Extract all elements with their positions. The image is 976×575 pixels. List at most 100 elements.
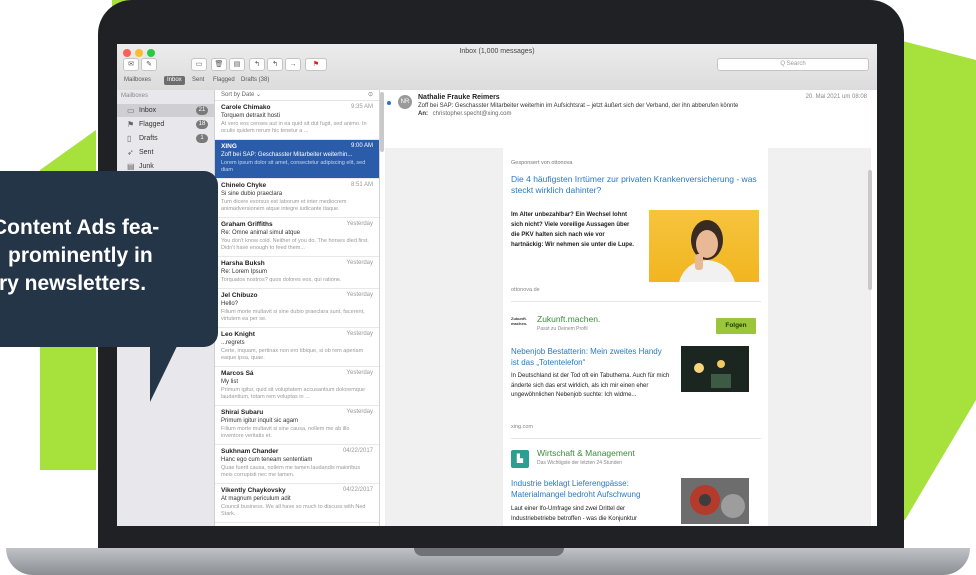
list-header: Sort by Date ⌄ ⊙ [215, 90, 379, 101]
message-date: Yesterday [346, 409, 373, 415]
recipient-address[interactable]: christopher.specht@xing.com [433, 111, 512, 117]
message-row[interactable]: Graham Griffiths Yesterday Re: Omne animal… [215, 218, 379, 257]
reply-icon: ↰ [254, 61, 260, 68]
message-row[interactable]: Vikently Chaykovsky 04/22/2017 At magnum p… [215, 484, 379, 523]
message-date: 8:51 AM [350, 182, 373, 188]
message-date: Yesterday [346, 260, 373, 266]
message-sender: Marcos Sá [221, 370, 254, 377]
message-row[interactable]: Marcos Sá Yesterday My list Primum igitur, … [215, 367, 379, 406]
reader-scrollbar[interactable] [868, 170, 872, 290]
divider [511, 438, 761, 439]
archive-button[interactable]: ▭ [191, 58, 207, 71]
message-preview: Tum dicere exorsus est laborum et inter … [221, 199, 347, 212]
fav-mailboxes[interactable]: Mailboxes [121, 76, 154, 85]
fav-inbox[interactable]: Inbox [164, 76, 185, 85]
message-date: 04/22/2017 [342, 448, 373, 454]
message-subject: Zoff bei SAP: Geschasster Mitarbeiter we… [418, 103, 739, 109]
sidebar-item-label: Flagged [139, 121, 165, 128]
message-row[interactable]: Chinelo Chyke 8:51 AM Si sine dubio praecl… [215, 179, 379, 218]
ad-headline-link[interactable]: Die 4 häufigsten Irrtümer zur privaten K… [511, 174, 761, 196]
message-row[interactable]: Sukhnam Chander 04/22/2017 Hanc ego cum te… [215, 445, 379, 484]
sort-menu[interactable]: Sort by Date ⌄ [221, 91, 261, 98]
reply-all-button[interactable]: ↰ [267, 58, 283, 71]
sidebar-item-sent[interactable]: ➶ Sent [117, 146, 214, 159]
gears-photo [681, 478, 749, 524]
message-sender: XING [221, 143, 237, 150]
fav-drafts[interactable]: Drafts (38) [238, 76, 272, 85]
article-image[interactable] [681, 478, 749, 524]
callout-line-1: Content Ads fea- [0, 216, 160, 239]
message-sender: Leo Knight [221, 331, 255, 338]
compose-button[interactable]: ✎ [141, 58, 157, 71]
reading-pane: NR Nathalie Frauke Reimers Zoff bei SAP:… [380, 90, 877, 526]
message-preview: Council business. We all have so much to… [221, 504, 366, 517]
search-input[interactable]: Q Search [717, 58, 869, 71]
filter-icon[interactable]: ⊙ [368, 91, 373, 98]
article-headline-link[interactable]: Industrie beklagt Lieferengpässe: Materi… [511, 478, 671, 500]
message-date: 04/22/2017 [342, 487, 373, 493]
message-sender: Jel Chibuzo [221, 292, 258, 299]
chart-icon: ▙ [511, 450, 529, 468]
message-row[interactable]: Carole Chimako 9:35 AM Torquem detraxit ho… [215, 101, 379, 140]
list-scrollbar[interactable] [380, 92, 384, 152]
message-date: Yesterday [346, 292, 373, 298]
article-image[interactable] [681, 346, 749, 392]
message-date: Yesterday [346, 370, 373, 376]
message-preview: Lorem ipsum dolor sit amet, consectetur … [221, 160, 366, 173]
envelope-icon: ✉ [128, 61, 134, 68]
message-preview: You don't know cold. Neither of you do. … [221, 238, 369, 251]
newsletter: Gesponsert von ottonova Die 4 häufigsten… [503, 148, 768, 526]
zukunft-logo: Zukunft. machen. [511, 316, 528, 326]
forward-icon: → [289, 61, 297, 68]
message-row[interactable]: Leo Knight Yesterday ...regrets Certe, inqu… [215, 328, 379, 367]
fav-flagged[interactable]: Flagged [210, 76, 238, 85]
forward-button[interactable]: → [285, 58, 301, 71]
archive-icon: ▭ [195, 61, 203, 68]
publication-name[interactable]: Wirtschaft & Management [537, 448, 635, 458]
follow-button[interactable]: Folgen [716, 318, 756, 334]
message-sender: Graham Griffiths [221, 221, 273, 228]
message-preview: Filium morte multavit si sine dubio prae… [221, 309, 365, 322]
message-subject: Hello? [221, 301, 239, 307]
message-subject: Si sine dubio praeclara [221, 191, 283, 197]
sender-name[interactable]: Nathalie Frauke Reimers [418, 94, 500, 101]
callout-tail [150, 340, 180, 402]
trash-icon: 🗑 [214, 61, 224, 68]
message-sender: Harsha Buksh [221, 260, 265, 267]
message-subject: ...regrets [221, 340, 245, 346]
flagged-badge: 18 [196, 120, 208, 129]
sidebar-item-drafts[interactable]: ▯ Drafts 1 [117, 132, 214, 145]
message-row[interactable]: Jel Chibuzo Yesterday Hello? Filium morte m… [215, 289, 379, 328]
message-sender: Vikently Chaykovsky [221, 487, 286, 494]
message-subject: At magnum periculum adit [221, 496, 291, 502]
publication-name[interactable]: Zukunft.machen. [537, 314, 600, 324]
sent-icon: ➶ [127, 148, 134, 157]
avatar: NR [398, 95, 412, 109]
mail-window: Inbox (1,000 messages) ✉ ✎ ▭ 🗑 ▤ ↰ ↰ → ⚑… [117, 44, 877, 526]
reply-button[interactable]: ↰ [249, 58, 265, 71]
ad-image[interactable] [649, 210, 759, 282]
callout-text: Content Ads fea- prominently in try news… [0, 214, 222, 298]
fav-sent[interactable]: Sent [189, 76, 207, 85]
article-source[interactable]: xing.com [511, 424, 533, 430]
message-row[interactable]: Harsha Buksh Yesterday Re: Lorem Ipsum Torq… [215, 257, 379, 289]
flag-button[interactable]: ⚑ [305, 58, 327, 71]
article-headline-link[interactable]: Nebenjob Bestatterin: Mein zweites Handy… [511, 346, 671, 368]
ad-domain[interactable]: ottonova.de [511, 287, 540, 293]
get-mail-button[interactable]: ✉ [123, 58, 139, 71]
candles-photo [681, 346, 749, 392]
sidebar-item-flagged[interactable]: ⚑ Flagged 18 [117, 118, 214, 131]
sidebar-item-inbox[interactable]: ▭ Inbox 21 [117, 104, 214, 117]
favorites-bar: Mailboxes Inbox Sent Flagged Drafts (38) [117, 75, 877, 87]
sponsor-label: Gesponsert von ottonova [511, 160, 573, 166]
delete-button[interactable]: 🗑 [211, 58, 227, 71]
junk-button[interactable]: ▤ [229, 58, 245, 71]
unread-dot-icon [387, 101, 391, 105]
sidebar-item-label: Inbox [139, 107, 157, 114]
message-row[interactable]: Zarela Reed04/22/2017Sed ut enim ad resp… [215, 523, 379, 526]
sidebar-heading: Mailboxes [121, 93, 149, 99]
message-row[interactable]: XING 9:00 AM Zoff bei SAP: Geschasster Mit… [215, 140, 379, 179]
window-title: Inbox (1,000 messages) [459, 48, 535, 55]
woman-thinking-illustration [679, 220, 735, 282]
message-row[interactable]: Shirai Subaru Yesterday Primum igitur inqu… [215, 406, 379, 445]
